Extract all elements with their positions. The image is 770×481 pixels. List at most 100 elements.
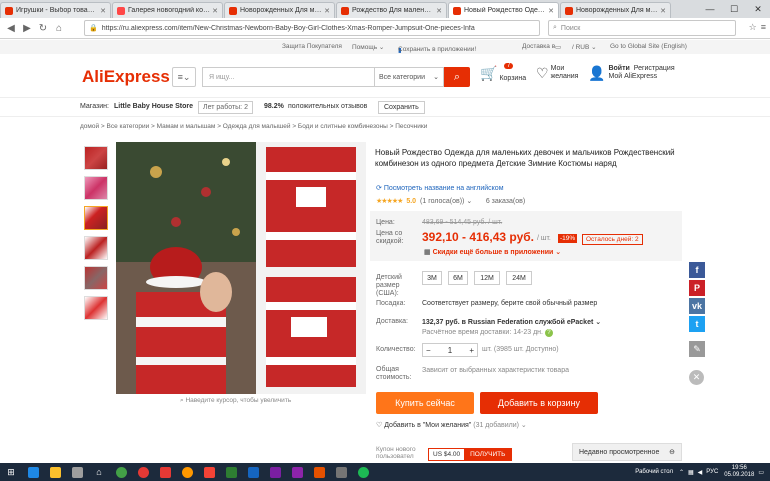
total-label: Общая стоимость: bbox=[376, 366, 412, 381]
plus-icon[interactable]: + bbox=[469, 346, 474, 355]
store-icon[interactable] bbox=[66, 463, 88, 481]
store-name-link[interactable]: Little Baby House Store bbox=[114, 103, 193, 110]
reload-icon[interactable]: ↻ bbox=[36, 21, 50, 35]
recently-viewed-panel[interactable]: Недавно просмотренное ⊖ bbox=[572, 443, 682, 461]
product-thumbnail-selected[interactable] bbox=[84, 206, 108, 230]
search-button[interactable]: ⌕ bbox=[444, 67, 470, 87]
browser-tab-active[interactable]: Новый Рождество Одежда для✕ bbox=[448, 2, 559, 18]
browser-tab[interactable]: Игрушки - Выбор товаров - ✕ bbox=[0, 2, 111, 18]
notifications-icon[interactable]: ▭ bbox=[758, 469, 764, 476]
volume-icon[interactable]: ◀ bbox=[698, 469, 703, 476]
opera-icon[interactable] bbox=[132, 463, 154, 481]
pinterest-share-icon[interactable]: P bbox=[689, 280, 705, 296]
vk-share-icon[interactable]: vk bbox=[689, 298, 705, 314]
buy-now-button[interactable]: Купить сейчас bbox=[376, 392, 474, 414]
product-thumbnail[interactable] bbox=[84, 146, 108, 170]
product-thumbnail[interactable] bbox=[84, 296, 108, 320]
spotify-icon[interactable] bbox=[352, 463, 374, 481]
add-to-cart-button[interactable]: Добавить в корзину bbox=[480, 392, 598, 414]
browser-tab[interactable]: Галерея новогодний комбинезон✕ bbox=[112, 2, 223, 18]
back-icon[interactable]: ◀ bbox=[4, 21, 18, 35]
clock[interactable]: 19:56 05.09.2018 bbox=[724, 465, 754, 479]
chrome-icon[interactable] bbox=[110, 463, 132, 481]
app2-icon[interactable] bbox=[286, 463, 308, 481]
wishlist-link[interactable]: ♡ Мои желания bbox=[536, 65, 578, 81]
onenote-icon[interactable] bbox=[264, 463, 286, 481]
product-thumbnail[interactable] bbox=[84, 236, 108, 260]
minus-circle-icon[interactable]: ⊖ bbox=[669, 448, 675, 456]
breadcrumb[interactable]: домой > Все категории > Мамам и малышам … bbox=[80, 123, 427, 130]
illustrator-icon[interactable] bbox=[308, 463, 330, 481]
size-option[interactable]: 12M bbox=[474, 271, 500, 285]
shipping-value[interactable]: 132,37 руб. в Russian Federation службой… bbox=[422, 318, 601, 326]
size-option[interactable]: 24M bbox=[506, 271, 532, 285]
tab-close-icon[interactable]: ✕ bbox=[548, 7, 554, 15]
browser-tab[interactable]: Новорожденных Для мальчиков✕ bbox=[560, 2, 671, 18]
star-icon[interactable]: ☆ bbox=[749, 22, 757, 33]
ship-to-menu[interactable]: Доставка в bbox=[522, 43, 555, 50]
get-coupon-button[interactable]: ПОЛУЧИТЬ bbox=[464, 449, 512, 460]
ie-icon[interactable] bbox=[22, 463, 44, 481]
twitter-share-icon[interactable]: t bbox=[689, 316, 705, 332]
close-window-icon[interactable]: ✕ bbox=[746, 0, 770, 18]
menu-icon[interactable]: ≡ bbox=[761, 22, 766, 33]
url-field[interactable]: 🔒 https://ru.aliexpress.com/item/New-Chr… bbox=[84, 20, 540, 36]
account-menu[interactable]: 👤 Войти Регистрация Мой AliExpress bbox=[588, 65, 675, 81]
home-icon[interactable]: ⌂ bbox=[52, 21, 66, 35]
tab-close-icon[interactable]: ✕ bbox=[212, 7, 218, 15]
home-app-icon[interactable]: ⌂ bbox=[88, 463, 110, 481]
word-icon[interactable] bbox=[242, 463, 264, 481]
aliexpress-logo[interactable]: AliExpress bbox=[82, 67, 170, 87]
size-option[interactable]: 6M bbox=[448, 271, 468, 285]
store-years-badge: Лет работы: 2 bbox=[198, 101, 253, 114]
save-store-button[interactable]: Сохранить bbox=[378, 101, 425, 114]
product-rating[interactable]: ★★★★★ 5.0 (1 голоса(ов)) ⌄ 6 заказа(ов) bbox=[376, 197, 525, 205]
cart-link[interactable]: 🛒 7 Корзина bbox=[480, 63, 526, 82]
browser-tab[interactable]: Рождество Для маленьких девоче✕ bbox=[336, 2, 447, 18]
product-thumbnail[interactable] bbox=[84, 176, 108, 200]
app-discount-link[interactable]: ▦ Скидки ещё больше в приложении ⌄ bbox=[424, 248, 561, 256]
minimize-icon[interactable]: — bbox=[698, 0, 722, 18]
desktop-label[interactable]: Рабочий стол bbox=[635, 469, 673, 475]
add-to-wishlist-link[interactable]: ♡ Добавить в "Мои желания" (31 добавили)… bbox=[376, 421, 527, 429]
size-option[interactable]: 3M bbox=[422, 271, 442, 285]
minus-icon[interactable]: − bbox=[426, 346, 431, 355]
app-icon[interactable] bbox=[154, 463, 176, 481]
global-site-link[interactable]: Go to Global Site (English) bbox=[610, 43, 687, 50]
start-icon[interactable]: ⊞ bbox=[0, 463, 22, 481]
browser-tab[interactable]: Новорожденных Для мальчиков✕ bbox=[224, 2, 335, 18]
product-main-image[interactable] bbox=[116, 142, 366, 394]
close-share-icon[interactable]: ✕ bbox=[689, 370, 704, 385]
my-aliexpress-link[interactable]: Мой AliExpress bbox=[608, 73, 657, 80]
browser-search-input[interactable]: ⌕ Поиск bbox=[548, 20, 736, 36]
network-icon[interactable]: ▦ bbox=[688, 469, 694, 476]
firefox-icon[interactable] bbox=[176, 463, 198, 481]
excel-icon[interactable] bbox=[220, 463, 242, 481]
tab-close-icon[interactable]: ✕ bbox=[660, 7, 666, 15]
yandex-icon[interactable] bbox=[198, 463, 220, 481]
help-icon[interactable]: ? bbox=[544, 329, 553, 337]
tray-arrow-icon[interactable]: ⌃ bbox=[679, 469, 684, 476]
language-indicator[interactable]: РУС bbox=[706, 469, 718, 475]
buyer-protection-link[interactable]: Защита Покупателя bbox=[282, 43, 342, 50]
tab-close-icon[interactable]: ✕ bbox=[100, 7, 106, 15]
help-menu[interactable]: Помощь ⌄ bbox=[352, 43, 384, 51]
explorer-icon[interactable] bbox=[44, 463, 66, 481]
currency-menu[interactable]: / RUB ⌄ bbox=[572, 43, 597, 51]
categories-menu-button[interactable]: ≡⌄ bbox=[172, 67, 196, 87]
register-link[interactable]: Регистрация bbox=[634, 65, 675, 72]
tab-close-icon[interactable]: ✕ bbox=[324, 7, 330, 15]
translate-title-link[interactable]: ⟳ Посмотреть название на английском bbox=[376, 184, 504, 192]
edit-icon[interactable]: ✎ bbox=[689, 341, 705, 357]
search-category-select[interactable]: Все категории ⌄ bbox=[374, 67, 444, 87]
site-search-input[interactable]: Я ищу... bbox=[202, 67, 374, 87]
product-thumbnail[interactable] bbox=[84, 266, 108, 290]
facebook-share-icon[interactable]: f bbox=[689, 262, 705, 278]
quantity-input[interactable]: 1 bbox=[448, 346, 452, 355]
shipping-time: Расчётное время доставки: 14-23 дн. ? bbox=[422, 329, 553, 337]
app3-icon[interactable] bbox=[330, 463, 352, 481]
forward-icon[interactable]: ▶ bbox=[20, 21, 34, 35]
signin-link[interactable]: Войти bbox=[608, 65, 629, 72]
tab-close-icon[interactable]: ✕ bbox=[436, 7, 442, 15]
maximize-icon[interactable]: ☐ bbox=[722, 0, 746, 18]
